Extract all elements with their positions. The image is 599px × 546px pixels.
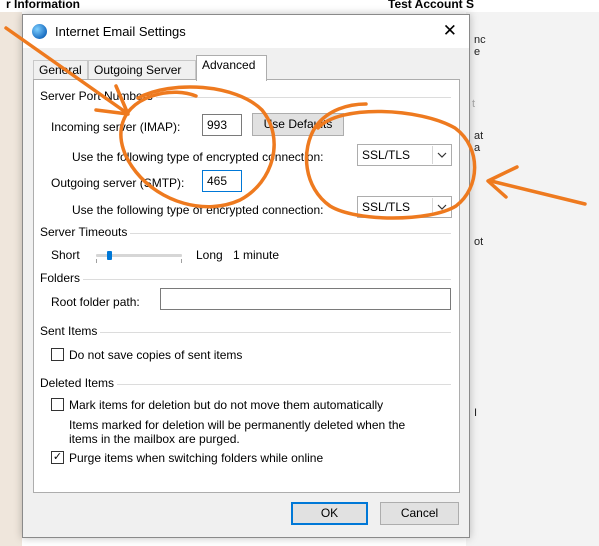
mark-for-deletion-label: Mark items for deletion but do not move … [69,398,384,412]
ok-button[interactable]: OK [291,502,368,525]
folders-heading: Folders [40,271,84,285]
background-fragment: I [474,407,478,419]
outgoing-encryption-value: SSL/TLS [362,200,411,214]
title-bar: Internet Email Settings ✕ [23,15,469,48]
incoming-encryption-label: Use the following type of encrypted conn… [72,150,324,164]
incoming-server-label: Incoming server (IMAP): [51,120,181,134]
group-divider [40,332,451,333]
globe-icon [32,24,47,39]
chevron-down-icon [432,198,450,216]
root-folder-path-input[interactable] [160,288,451,310]
mark-note-line-2: items in the mailbox are purged. [69,432,240,446]
slider-tick [96,259,97,263]
background-right-panel: nc e t at a ot I [466,12,599,546]
group-divider [40,279,451,280]
tab-outgoing-server[interactable]: Outgoing Server [88,60,196,80]
incoming-port-input[interactable]: 993 [202,114,242,136]
mark-note-line-1: Items marked for deletion will be perman… [69,418,406,432]
advanced-panel: Server Port Numbers Incoming server (IMA… [33,79,460,493]
deleted-items-heading: Deleted Items [40,376,118,390]
tab-advanced[interactable]: Advanced [196,55,267,81]
background-header [0,0,599,12]
outgoing-encryption-label: Use the following type of encrypted conn… [72,203,324,217]
background-title-left: r Information [6,0,80,11]
background-fragment: a [474,142,481,154]
background-fragment: t [472,98,476,110]
no-copies-label: Do not save copies of sent items [69,348,243,362]
outgoing-server-label: Outgoing server (SMTP): [51,176,185,190]
timeout-short-label: Short [51,248,80,262]
server-timeouts-heading: Server Timeouts [40,225,131,239]
server-port-numbers-heading: Server Port Numbers [40,89,156,103]
outgoing-encryption-select[interactable]: SSL/TLS [357,196,452,218]
tab-general[interactable]: General [33,60,88,80]
background-left-panel [0,12,22,546]
cancel-button[interactable]: Cancel [380,502,459,525]
purge-items-checkbox[interactable]: ✓ [51,451,64,464]
slider-tick [181,259,182,263]
incoming-encryption-value: SSL/TLS [362,148,411,162]
background-title-right: Test Account S [388,0,475,11]
root-folder-path-label: Root folder path: [51,295,140,309]
incoming-encryption-select[interactable]: SSL/TLS [357,144,452,166]
background-fragment: nc [474,34,486,46]
timeout-slider-thumb[interactable] [106,251,112,260]
purge-items-label: Purge items when switching folders while… [69,451,324,465]
dialog-title: Internet Email Settings [55,24,186,39]
background-fragment: ot [474,236,484,248]
background-fragment: at [474,130,484,142]
sent-items-heading: Sent Items [40,324,101,338]
use-defaults-button[interactable]: Use Defaults [252,113,344,136]
close-icon[interactable]: ✕ [443,21,457,41]
timeout-value: 1 minute [233,248,280,262]
background-fragment: e [474,46,481,58]
timeout-long-label: Long [196,248,223,262]
internet-email-settings-dialog: Internet Email Settings ✕ General Outgoi… [22,14,470,538]
outgoing-port-input[interactable]: 465 [202,170,242,192]
chevron-down-icon [432,146,450,164]
no-copies-checkbox[interactable] [51,348,64,361]
mark-for-deletion-checkbox[interactable] [51,398,64,411]
